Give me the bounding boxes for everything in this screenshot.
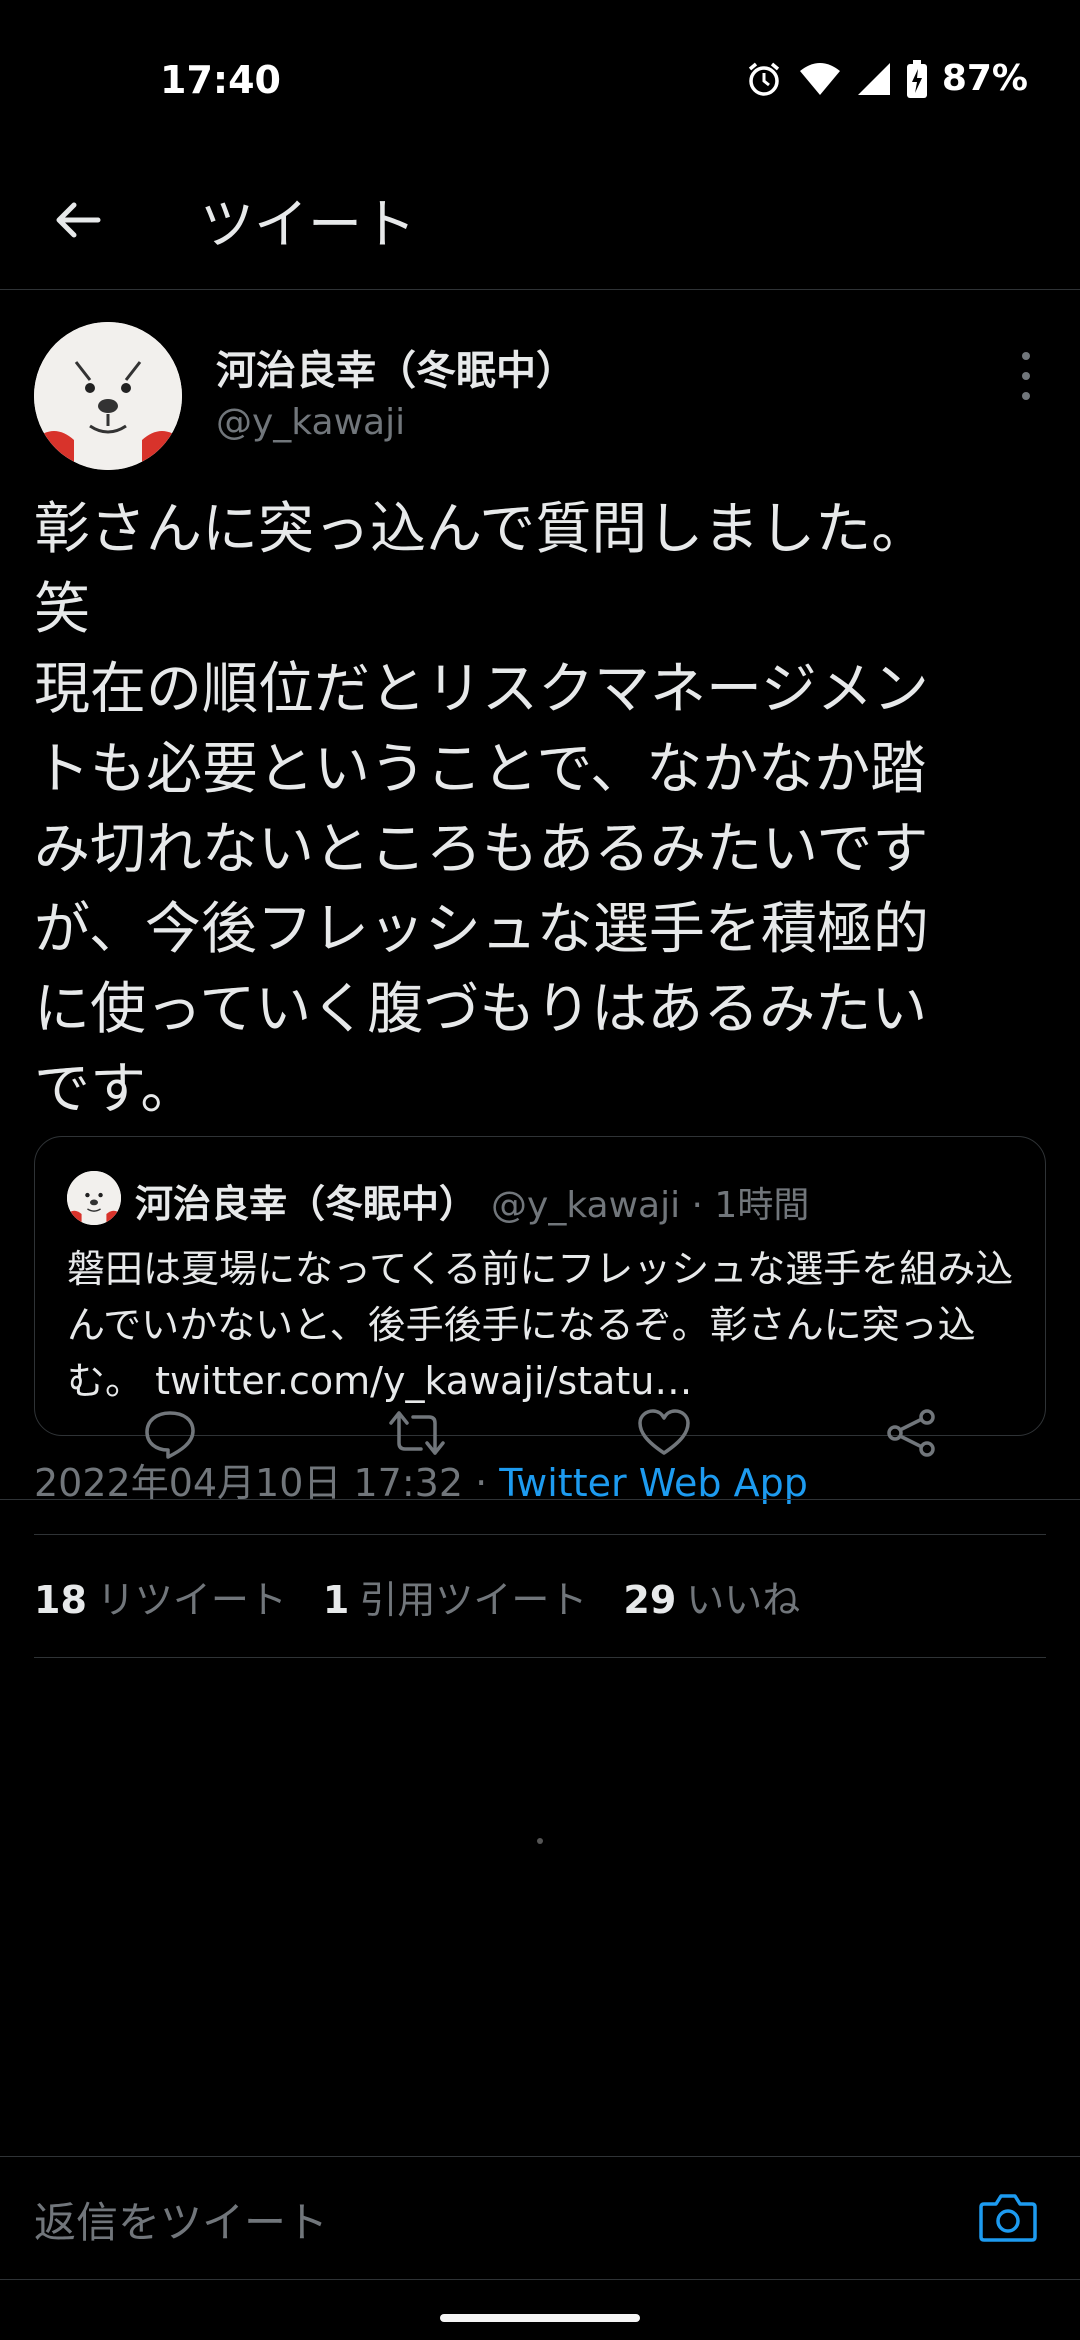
camera-icon	[978, 2190, 1038, 2248]
status-icons: 87%	[744, 58, 1028, 99]
tweet-actions	[0, 1370, 1080, 1500]
tweet-stats: 18 リツイート 1 引用ツイート 29 いいね	[34, 1534, 1046, 1658]
quote-header: 河治良幸（冬眠中） @y_kawaji · 1時間	[135, 1173, 809, 1228]
retweets-count: 18	[34, 1577, 87, 1622]
top-app-bar: ツイート	[0, 160, 1080, 290]
status-time: 17:40	[160, 58, 281, 102]
quotes-label: 引用ツイート	[359, 1577, 588, 1622]
wifi-icon	[798, 61, 842, 97]
status-bar: 17:40 87%	[0, 0, 1080, 160]
retweets-stat[interactable]: 18 リツイート	[34, 1569, 287, 1624]
battery-charging-icon	[906, 59, 928, 99]
retweets-label: リツイート	[96, 1577, 287, 1622]
quotes-count: 1	[322, 1577, 350, 1622]
reply-input[interactable]: 返信をツイート	[34, 2189, 328, 2250]
share-button[interactable]	[871, 1395, 951, 1475]
more-options-button[interactable]	[1006, 346, 1046, 406]
author-name[interactable]: 河治良幸（冬眠中）	[216, 338, 576, 396]
more-vertical-icon-dot	[1022, 372, 1030, 380]
heart-icon	[636, 1405, 692, 1465]
camera-button[interactable]	[970, 2181, 1046, 2257]
arrow-left-icon	[52, 194, 104, 250]
quote-author-name: 河治良幸（冬眠中）	[135, 1182, 478, 1226]
page-title: ツイート	[200, 193, 416, 256]
reply-button[interactable]	[130, 1395, 210, 1475]
avatar[interactable]	[34, 322, 182, 470]
quotes-stat[interactable]: 1 引用ツイート	[323, 1569, 587, 1624]
reply-icon	[142, 1405, 198, 1465]
loading-indicator	[537, 1838, 543, 1844]
quote-avatar	[67, 1171, 121, 1225]
more-vertical-icon-dot	[1022, 392, 1030, 400]
share-icon	[883, 1405, 939, 1465]
author-handle[interactable]: @y_kawaji	[216, 402, 405, 443]
retweet-icon	[387, 1405, 447, 1465]
reply-composer: 返信をツイート	[0, 2156, 1080, 2280]
likes-stat[interactable]: 29 いいね	[623, 1569, 800, 1624]
home-indicator[interactable]	[440, 2314, 640, 2322]
like-button[interactable]	[624, 1395, 704, 1475]
quote-meta: @y_kawaji · 1時間	[491, 1185, 810, 1226]
likes-label: いいね	[686, 1577, 801, 1622]
alarm-icon	[744, 59, 784, 99]
signal-icon	[856, 61, 892, 97]
retweet-button[interactable]	[377, 1395, 457, 1475]
back-button[interactable]	[46, 190, 110, 254]
more-vertical-icon-dot	[1022, 352, 1030, 360]
likes-count: 29	[623, 1577, 677, 1622]
battery-percent: 87%	[941, 58, 1028, 99]
tweet-text: 彰さんに突っ込んで質問しました。 笑 現在の順位だとリスクマネージメン トも必要…	[34, 497, 929, 1122]
